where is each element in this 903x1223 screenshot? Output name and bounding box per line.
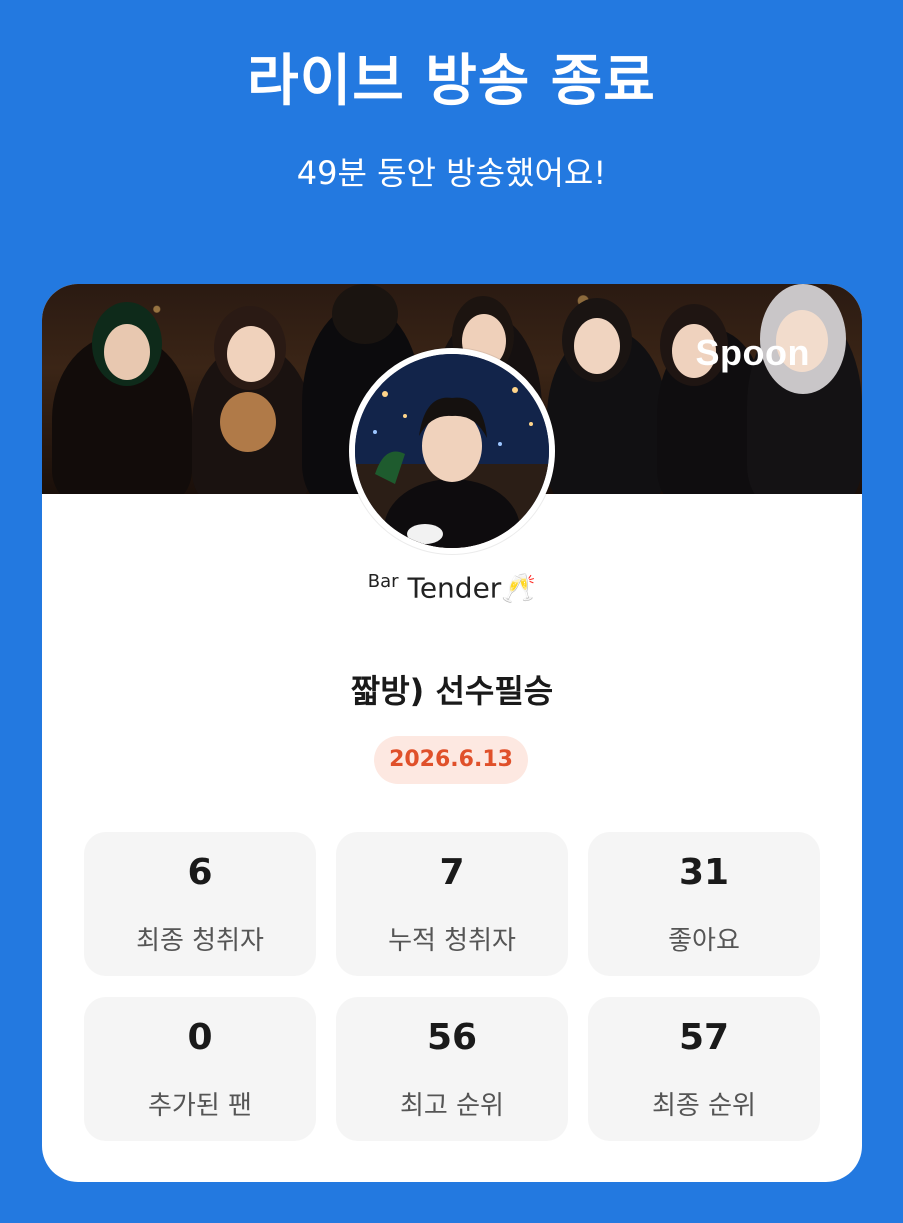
page-title: 라이브 방송 종료 <box>247 49 656 114</box>
host-name-prefix: Bar <box>367 571 399 592</box>
room-title: 짧방) 선수필승 <box>350 672 554 710</box>
stat-label: 최고 순위 <box>400 1091 504 1121</box>
stat-new-fans: 0 추가된 팬 <box>84 997 316 1141</box>
broadcast-duration-text: 49분 동안 방송했어요! <box>296 154 607 192</box>
stat-label: 최종 청취자 <box>136 926 264 956</box>
date-badge: 2026.6.13 <box>374 736 528 784</box>
stat-label: 최종 순위 <box>652 1091 756 1121</box>
stat-label: 좋아요 <box>668 926 740 956</box>
stat-value: 31 <box>678 852 730 893</box>
host-name-text: Tender <box>407 571 502 605</box>
spoon-logo: Spoon <box>695 332 810 373</box>
stat-value: 7 <box>439 852 465 893</box>
stat-value: 0 <box>187 1017 213 1058</box>
stat-total-listeners: 7 누적 청취자 <box>336 832 568 976</box>
stat-highest-rank: 56 최고 순위 <box>336 997 568 1141</box>
broadcast-summary-card: Spoon Bar Tender🥂 짧방) 선수필승 2026.6.13 6 최… <box>42 284 862 1182</box>
stat-label: 추가된 팬 <box>148 1091 252 1121</box>
stat-final-rank: 57 최종 순위 <box>588 997 820 1141</box>
host-avatar <box>349 348 555 554</box>
stat-value: 56 <box>426 1017 478 1058</box>
stat-label: 누적 청취자 <box>388 926 516 956</box>
stat-likes: 31 좋아요 <box>588 832 820 976</box>
host-name: Bar Tender🥂 <box>42 571 862 604</box>
stat-final-listeners: 6 최종 청취자 <box>84 832 316 976</box>
stat-value: 6 <box>187 852 213 893</box>
champagne-icon: 🥂 <box>501 571 537 605</box>
stat-value: 57 <box>678 1017 730 1058</box>
